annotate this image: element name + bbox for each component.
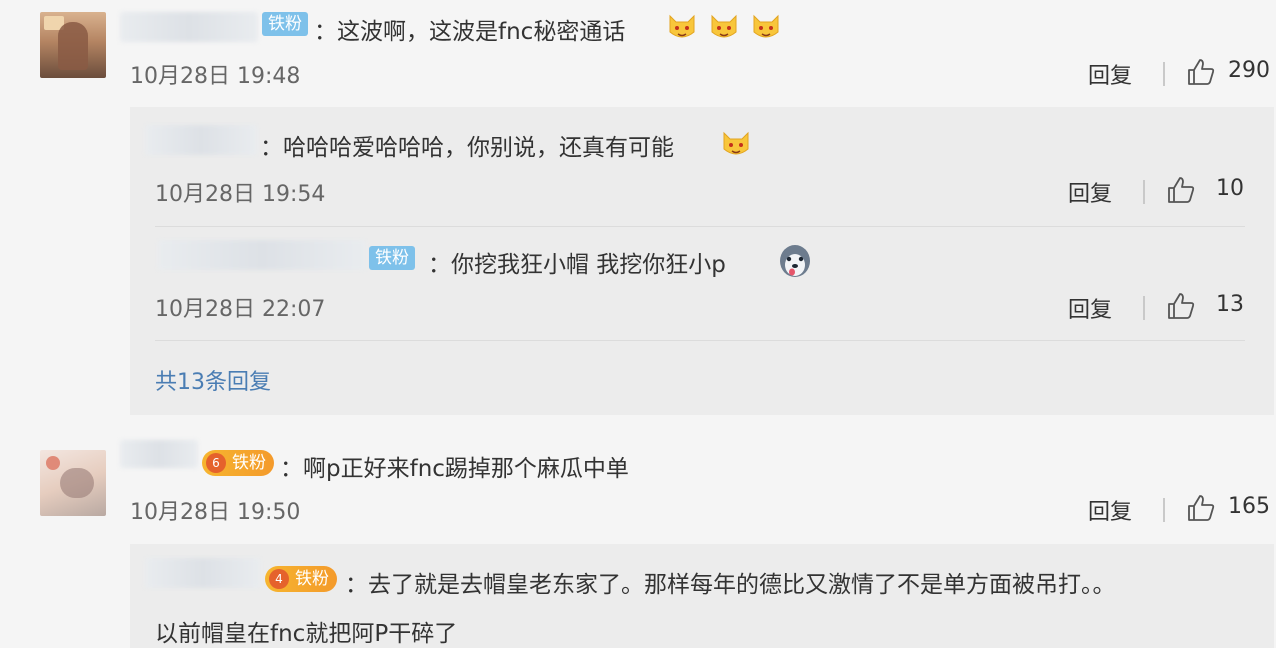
reply-button[interactable]: 回复	[1068, 292, 1112, 324]
divider	[1163, 498, 1165, 522]
fan-badge: 铁粉	[262, 12, 308, 36]
like-count: 10	[1216, 176, 1244, 201]
cat-face-emoji-icon	[669, 14, 695, 38]
badge-level: 4	[269, 569, 289, 589]
reply-text: ：你挖我狂小帽 我挖你狂小p	[428, 252, 726, 278]
thumbs-up-icon[interactable]	[1166, 291, 1196, 321]
comment-time: 10月28日 19:50	[130, 500, 301, 525]
username-blurred[interactable]	[158, 240, 366, 270]
cat-face-emoji-icon	[753, 14, 779, 38]
badge-level: 6	[206, 453, 226, 473]
avatar[interactable]	[40, 12, 106, 78]
reply-time: 10月28日 19:54	[155, 182, 326, 207]
reply-button[interactable]: 回复	[1088, 494, 1132, 526]
like-count: 290	[1228, 58, 1270, 83]
more-replies-link[interactable]: 共13条回复	[155, 364, 271, 396]
badge-label: 铁粉	[232, 453, 266, 473]
comment-time: 10月28日 19:48	[130, 64, 301, 89]
cat-face-emoji-icon	[711, 14, 737, 38]
husky-face-emoji-icon	[780, 245, 810, 277]
divider	[1143, 180, 1145, 204]
thumbs-up-icon[interactable]	[1186, 493, 1216, 523]
fan-badge: 铁粉	[369, 246, 415, 270]
divider	[1143, 296, 1145, 320]
username-blurred[interactable]	[120, 440, 198, 468]
comment-text: ：啊p正好来fnc踢掉那个麻瓜中单	[280, 456, 629, 482]
fan-level-badge: 4 铁粉	[265, 566, 337, 592]
badge-label: 铁粉	[295, 569, 329, 589]
like-count: 13	[1216, 292, 1244, 317]
reply-button[interactable]: 回复	[1088, 58, 1132, 90]
like-count: 165	[1228, 494, 1270, 519]
username-blurred[interactable]	[145, 125, 257, 155]
divider	[155, 226, 1245, 227]
reply-button[interactable]: 回复	[1068, 176, 1112, 208]
thumbs-up-icon[interactable]	[1186, 57, 1216, 87]
reply-text-continued: 以前帽皇在fnc就把阿P干碎了	[155, 621, 458, 647]
avatar[interactable]	[40, 450, 106, 516]
cat-face-emoji-icon	[723, 131, 749, 155]
username-blurred[interactable]	[120, 12, 258, 42]
thumbs-up-icon[interactable]	[1166, 175, 1196, 205]
divider	[1163, 62, 1165, 86]
divider	[155, 340, 1245, 341]
comment-text: ：这波啊，这波是fnc秘密通话	[314, 19, 626, 45]
username-blurred[interactable]	[145, 558, 261, 588]
reply-text: ：哈哈哈爱哈哈哈，你别说，还真有可能	[260, 135, 674, 161]
reply-text: ：去了就是去帽皇老东家了。那样每年的德比又激情了不是单方面被吊打。。	[345, 572, 1116, 598]
fan-level-badge: 6 铁粉	[202, 450, 274, 476]
reply-time: 10月28日 22:07	[155, 297, 326, 322]
